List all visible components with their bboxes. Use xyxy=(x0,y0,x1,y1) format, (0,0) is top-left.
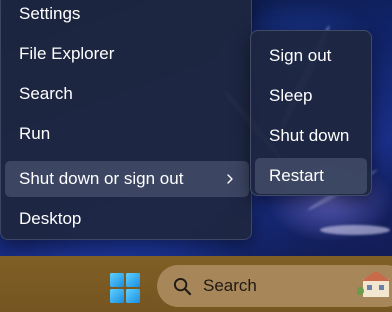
search-placeholder: Search xyxy=(203,276,257,295)
submenu-item-label: Sign out xyxy=(269,46,332,65)
menu-item-search[interactable]: Search xyxy=(5,76,249,112)
menu-item-run[interactable]: Run xyxy=(5,116,249,152)
submenu-item-sleep[interactable]: Sleep xyxy=(255,78,367,114)
search-icon xyxy=(173,277,192,296)
menu-item-label: Shut down or sign out xyxy=(19,169,184,188)
menu-item-label: Run xyxy=(19,124,51,143)
menu-item-label: Search xyxy=(19,84,73,103)
menu-item-label: Settings xyxy=(19,4,81,23)
menu-item-shut-down-or-sign-out[interactable]: Shut down or sign out xyxy=(5,161,249,197)
shutdown-submenu: Sign out Sleep Shut down Restart xyxy=(250,30,372,196)
submenu-item-shut-down[interactable]: Shut down xyxy=(255,118,367,154)
chevron-right-icon xyxy=(227,174,233,184)
submenu-item-label: Sleep xyxy=(269,86,313,105)
search-highlight-icon xyxy=(357,271,391,297)
menu-item-label: Desktop xyxy=(19,209,82,228)
menu-item-desktop[interactable]: Desktop xyxy=(5,201,249,237)
submenu-item-label: Restart xyxy=(269,166,324,185)
submenu-item-label: Shut down xyxy=(269,126,350,145)
windows-start-icon[interactable] xyxy=(110,273,140,303)
menu-item-settings[interactable]: Settings xyxy=(5,0,249,32)
submenu-item-restart[interactable]: Restart xyxy=(255,158,367,194)
menu-item-label: File Explorer xyxy=(19,44,115,63)
menu-item-file-explorer[interactable]: File Explorer xyxy=(5,36,249,72)
power-user-menu: Settings File Explorer Search Run Shut d… xyxy=(0,0,252,240)
submenu-item-sign-out[interactable]: Sign out xyxy=(255,38,367,74)
taskbar-search-box[interactable]: Search xyxy=(157,265,392,307)
